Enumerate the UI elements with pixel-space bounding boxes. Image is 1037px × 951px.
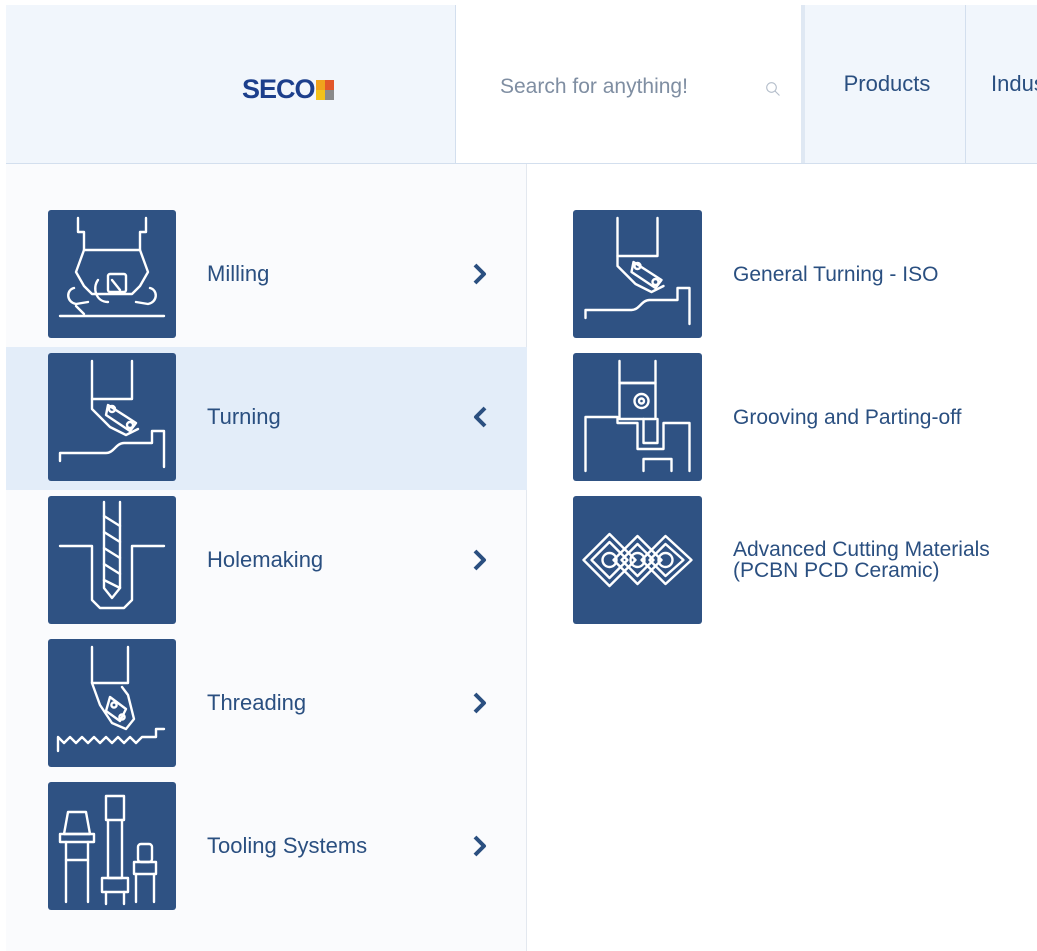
threading-icon — [48, 639, 176, 767]
category-tooling-systems[interactable]: Tooling Systems — [6, 782, 527, 925]
tooling-systems-icon — [48, 782, 176, 910]
nav-products-label: Products — [843, 71, 931, 96]
category-holemaking[interactable]: Holemaking — [6, 496, 527, 639]
logo-text: SECO — [242, 73, 316, 104]
subcategory-cutting-materials[interactable]: Advanced Cutting Materials (PCBN PCD Cer… — [573, 496, 1033, 624]
logo-color-mark — [315, 80, 334, 100]
grooving-parting-icon — [573, 353, 702, 481]
category-label: Threading — [207, 690, 307, 715]
category-label: Milling — [207, 261, 270, 286]
subcategory-label: General Turning - ISO — [733, 262, 939, 286]
search-icon[interactable] — [765, 81, 781, 97]
category-turning[interactable]: Turning — [6, 347, 527, 490]
category-threading[interactable]: Threading — [6, 639, 527, 782]
subcategory-grooving-parting[interactable]: Grooving and Parting-off — [573, 353, 1033, 481]
subcategory-general-turning[interactable]: General Turning - ISO — [573, 210, 1033, 338]
category-menu: Milling Turning Holemaking Threading Too… — [6, 164, 527, 951]
search-input[interactable] — [500, 67, 720, 107]
cutting-materials-icon — [573, 496, 702, 624]
subcategory-label: Advanced Cutting Materials (PCBN PCD Cer… — [733, 538, 990, 582]
nav-industries[interactable]: Industries — [966, 5, 1037, 163]
chevron-right-icon — [471, 546, 489, 574]
search-box — [455, 5, 805, 163]
turning-icon — [48, 353, 176, 481]
nav-products[interactable]: Products — [809, 5, 966, 163]
general-turning-icon — [573, 210, 702, 338]
chevron-right-icon — [471, 689, 489, 717]
category-label: Holemaking — [207, 547, 324, 572]
category-label: Tooling Systems — [207, 833, 368, 858]
chevron-right-icon — [471, 832, 489, 860]
nav-industries-label: Industries — [991, 71, 1037, 96]
seco-logo[interactable]: SECO — [242, 74, 334, 104]
chevron-right-icon — [471, 260, 489, 288]
subcategory-menu: General Turning - ISO Grooving and Parti… — [528, 164, 1037, 951]
category-milling[interactable]: Milling — [6, 210, 527, 353]
subcategory-label: Grooving and Parting-off — [733, 405, 962, 429]
chevron-left-icon — [471, 403, 489, 431]
category-label: Turning — [207, 404, 281, 429]
holemaking-icon — [48, 496, 176, 624]
site-header: SECO Products Industries — [6, 5, 1037, 164]
milling-icon — [48, 210, 176, 338]
